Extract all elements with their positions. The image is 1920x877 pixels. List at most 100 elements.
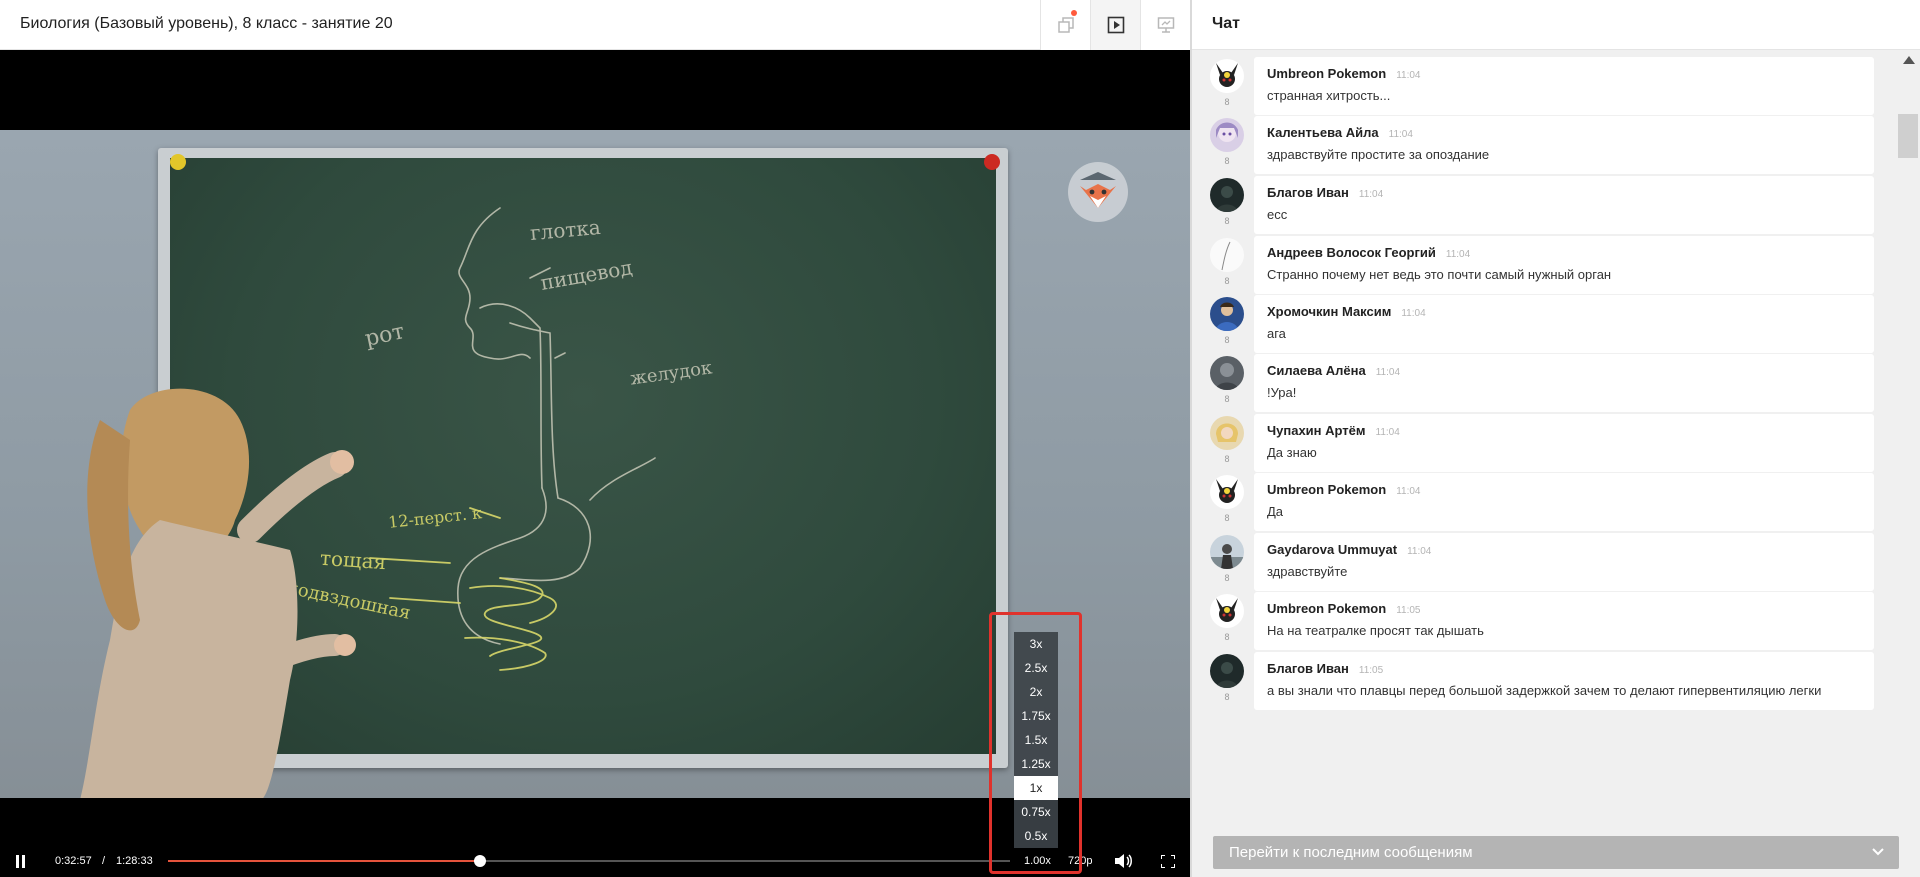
author-name[interactable]: Gaydarova Ummuyat	[1267, 542, 1397, 557]
message-text: здравствуйте простите за опоздание	[1267, 147, 1490, 162]
progress-fill	[168, 860, 481, 862]
pause-button[interactable]	[15, 855, 27, 868]
duration: 1:28:33	[116, 855, 153, 867]
author-name[interactable]: Благов Иван	[1267, 185, 1349, 200]
message-author[interactable]: Андреев Волосок Георгий 11:04	[1267, 245, 1470, 260]
message-author[interactable]: Хромочкин Максим 11:04	[1267, 304, 1426, 319]
video-mode-button[interactable]	[1090, 0, 1140, 50]
message-author[interactable]: Благов Иван 11:04	[1267, 185, 1383, 200]
avatar[interactable]	[1210, 535, 1244, 569]
user-level: 8	[1224, 335, 1230, 345]
scroll-thumb[interactable]	[1898, 114, 1918, 158]
lesson-header: Биология (Базовый уровень), 8 класс - за…	[0, 0, 1190, 50]
user-level: 8	[1224, 156, 1230, 166]
presentation-icon	[1157, 17, 1174, 33]
message-text: ага	[1267, 326, 1286, 341]
message-bubble: Umbreon Pokemon 11:05 На на театралке прос…	[1254, 592, 1874, 650]
message-bubble: Umbreon Pokemon 11:04 Да	[1254, 473, 1874, 531]
author-name[interactable]: Андреев Волосок Георгий	[1267, 245, 1436, 260]
author-name[interactable]: Силаева Алёна	[1267, 363, 1366, 378]
avatar[interactable]	[1210, 654, 1244, 688]
fullscreen-icon[interactable]	[1161, 855, 1175, 868]
message-author[interactable]: Благов Иван 11:05	[1267, 661, 1383, 676]
message-bubble: Umbreon Pokemon 11:04 странная хитрость...	[1254, 57, 1874, 115]
presentation-mode-button[interactable]	[1140, 0, 1190, 50]
message-text: странная хитрость...	[1267, 88, 1391, 103]
copy-window-button[interactable]	[1040, 0, 1090, 50]
speed-menu-highlight	[989, 612, 1082, 874]
message-time: 11:04	[1445, 249, 1471, 260]
yellow-magnet	[170, 154, 186, 170]
message-author[interactable]: Чупахин Артём 11:04	[1267, 423, 1400, 438]
message-author[interactable]: Gaydarova Ummuyat 11:04	[1267, 542, 1431, 557]
volume-icon[interactable]	[1115, 854, 1133, 868]
chat-message: 8 Umbreon Pokemon 11:04 Да	[1210, 473, 1882, 531]
message-author[interactable]: Силаева Алёна 11:04	[1267, 363, 1400, 378]
message-time: 11:04	[1388, 129, 1413, 140]
avatar[interactable]	[1210, 59, 1244, 93]
chat-messages: 8 Umbreon Pokemon 11:04 странная хитрость..…	[1192, 50, 1900, 877]
message-author[interactable]: Umbreon Pokemon 11:05	[1267, 601, 1420, 616]
author-name[interactable]: Благов Иван	[1267, 661, 1349, 676]
message-time: 11:04	[1375, 367, 1401, 378]
message-time: 11:05	[1396, 605, 1421, 616]
author-name[interactable]: Umbreon Pokemon	[1267, 66, 1386, 81]
scroll-up-arrow[interactable]	[1903, 56, 1915, 64]
progress-bar[interactable]	[168, 855, 1010, 867]
author-name[interactable]: Umbreon Pokemon	[1267, 601, 1386, 616]
chat-message: 8 Чупахин Артём 11:04 Да знаю	[1210, 414, 1882, 472]
time-separator: /	[102, 855, 106, 867]
video-play-icon	[1107, 16, 1124, 34]
chat-message: 8 Umbreon Pokemon 11:05 На на театралке про…	[1210, 592, 1882, 650]
user-level: 8	[1224, 513, 1230, 523]
author-name[interactable]: Хромочкин Максим	[1267, 304, 1391, 319]
avatar[interactable]	[1210, 594, 1244, 628]
current-time: 0:32:57	[55, 855, 92, 867]
message-bubble: Gaydarova Ummuyat 11:04 здравствуйте	[1254, 533, 1874, 591]
message-bubble: Благов Иван 11:04 есс	[1254, 176, 1874, 234]
chat-scrollbar[interactable]	[1896, 50, 1920, 877]
message-author[interactable]: Umbreon Pokemon 11:04	[1267, 66, 1420, 81]
user-level: 8	[1224, 454, 1230, 464]
user-level: 8	[1224, 276, 1230, 286]
notification-dot	[1071, 10, 1077, 16]
avatar[interactable]	[1210, 118, 1244, 152]
chat-title: Чат	[1212, 15, 1240, 32]
author-name[interactable]: Калентьева Айла	[1267, 125, 1379, 140]
chat-message: 8 Андреев Волосок Георгий 11:04 Странно поч…	[1210, 236, 1882, 294]
avatar[interactable]	[1210, 356, 1244, 390]
goto-latest-button[interactable]: Перейти к последним сообщениям	[1213, 836, 1899, 869]
fox-logo-icon	[1068, 162, 1128, 222]
message-bubble: Хромочкин Максим 11:04 ага	[1254, 295, 1874, 353]
chat-message: 8 Благов Иван 11:05 а вы знали что плавцы п…	[1210, 652, 1882, 710]
user-level: 8	[1224, 692, 1230, 702]
avatar[interactable]	[1210, 475, 1244, 509]
message-author[interactable]: Калентьева Айла 11:04	[1267, 125, 1413, 140]
message-bubble: Калентьева Айла 11:04 здравствуйте простит…	[1254, 116, 1874, 174]
message-time: 11:05	[1358, 665, 1384, 676]
avatar[interactable]	[1210, 297, 1244, 331]
teacher-figure	[80, 388, 356, 798]
author-name[interactable]: Чупахин Артём	[1267, 423, 1366, 438]
chevron-down-icon	[1872, 848, 1884, 856]
chat-message: 8 Калентьева Айла 11:04 здравствуйте прости…	[1210, 116, 1882, 174]
message-time: 11:04	[1401, 308, 1426, 319]
message-bubble: Благов Иван 11:05 а вы знали что плавцы пе…	[1254, 652, 1874, 710]
avatar[interactable]	[1210, 238, 1244, 272]
avatar[interactable]	[1210, 416, 1244, 450]
lesson-panel: Биология (Базовый уровень), 8 класс - за…	[0, 0, 1190, 877]
message-time: 11:04	[1375, 427, 1400, 438]
chat-message: 8 Хромочкин Максим 11:04 ага	[1210, 295, 1882, 353]
chat-header: Чат	[1192, 0, 1920, 50]
chat-message: 8 Благов Иван 11:04 есс	[1210, 176, 1882, 234]
progress-handle[interactable]	[474, 855, 487, 867]
copy-window-icon	[1057, 17, 1074, 33]
message-bubble: Силаева Алёна 11:04 !Ура!	[1254, 354, 1874, 412]
avatar[interactable]	[1210, 178, 1244, 212]
message-author[interactable]: Umbreon Pokemon 11:04	[1267, 482, 1420, 497]
message-time: 11:04	[1358, 189, 1384, 200]
author-name[interactable]: Umbreon Pokemon	[1267, 482, 1386, 497]
message-text: !Ура!	[1267, 385, 1297, 400]
chat-panel: Чат 8 Umbreon Pokemon 11:04 странная хитрос…	[1192, 0, 1920, 877]
user-level: 8	[1224, 97, 1230, 107]
